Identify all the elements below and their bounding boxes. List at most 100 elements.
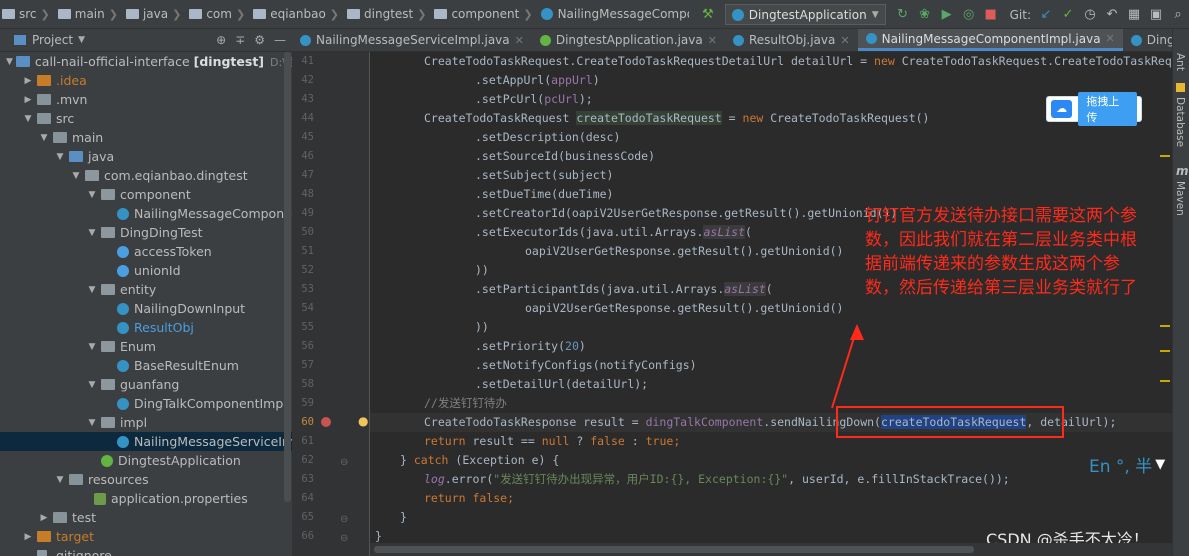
tab-nailing-message-service-impl[interactable]: NailingMessageServiceImpl.java ✕	[292, 29, 532, 51]
ime-indicator[interactable]: En °, 半 ▼	[1089, 453, 1166, 477]
tree-item-nailing-message-service-impl[interactable]: NailingMessageServiceImp	[0, 432, 292, 451]
minimize-icon[interactable]: —	[274, 33, 286, 47]
tree-item-enum[interactable]: ▼ Enum	[0, 337, 292, 356]
code-token: );	[578, 92, 593, 106]
horizontal-scrollbar-thumb[interactable]	[374, 546, 974, 553]
tree-item-java[interactable]: ▼ java	[0, 147, 292, 166]
tree-item-result-obj[interactable]: ResultObj	[0, 318, 292, 337]
code-editor[interactable]: CreateTodoTaskRequest.CreateTodoTaskRequ…	[370, 52, 1172, 556]
project-view-select[interactable]: Project	[32, 33, 73, 47]
tab-result-obj[interactable]: ResultObj.java ✕	[725, 29, 858, 51]
breadcrumb-com[interactable]: com ❯	[187, 7, 251, 21]
project-panel-header: Project ▼ ⊕ ∓ ⚙ —	[0, 29, 292, 52]
fold-icon[interactable]: ⊖	[340, 514, 348, 525]
gear-icon[interactable]: ⚙	[254, 33, 265, 47]
breadcrumb-src[interactable]: src ❯	[0, 7, 56, 21]
tree-item-main[interactable]: ▼ main	[0, 128, 292, 147]
close-icon[interactable]: ✕	[515, 34, 524, 47]
tab-dingt[interactable]: DingT	[1123, 29, 1172, 51]
tab-label: NailingMessageServiceImpl.java	[316, 33, 510, 47]
database-tool-tab[interactable]: Database	[1174, 97, 1186, 147]
tree-item-gitignore[interactable]: .gitignore	[0, 546, 292, 556]
collapse-icon[interactable]: ∓	[235, 33, 245, 47]
rerun-icon[interactable]: ↻	[892, 5, 914, 25]
git-update-icon[interactable]: ↙	[1035, 5, 1057, 25]
tree-item-ding-talk-component-impl[interactable]: DingTalkComponentImpl	[0, 394, 292, 413]
window-icon[interactable]: ▣	[1145, 5, 1167, 25]
maven-tool-tab[interactable]: Maven	[1174, 181, 1186, 216]
package-icon	[434, 9, 448, 19]
code-token: =	[721, 111, 743, 125]
folder-icon	[37, 113, 51, 124]
close-icon[interactable]: ✕	[708, 34, 717, 47]
tree-item-dingtest-application[interactable]: DingtestApplication	[0, 451, 292, 470]
line-number: 61	[301, 435, 314, 447]
tree-scrollbar[interactable]	[284, 52, 291, 502]
line-number: 43	[301, 93, 314, 105]
project-structure-icon[interactable]: ▦	[1123, 5, 1145, 25]
tab-nailing-message-component-impl[interactable]: NailingMessageComponentImpl.java ✕	[857, 29, 1123, 51]
breadcrumb-dingtest[interactable]: dingtest ❯	[345, 7, 432, 21]
hammer-icon[interactable]: ⚒	[697, 5, 719, 25]
tree-item-union-id[interactable]: unionId	[0, 261, 292, 280]
tree-item-idea[interactable]: ▶ .idea	[0, 71, 292, 90]
tree-item-test[interactable]: ▶ test	[0, 508, 292, 527]
profile-icon[interactable]: ◎	[958, 5, 980, 25]
debug-icon[interactable]: ❀	[914, 5, 936, 25]
expanded-arrow-icon: ▼	[88, 227, 96, 238]
code-line-59-comment: //发送钉钉待办	[424, 396, 507, 410]
breadcrumb-main[interactable]: main ❯	[56, 7, 124, 21]
breakpoint-icon[interactable]	[321, 417, 331, 427]
tree-item-label: test	[72, 510, 97, 525]
tree-item-label: DingtestApplication	[118, 453, 241, 468]
breadcrumb-label: eqianbao	[270, 7, 326, 21]
search-icon[interactable]: ⌕	[1167, 5, 1189, 25]
tree-item-nailing-message-component[interactable]: NailingMessageComponen	[0, 204, 292, 223]
breadcrumb-eqianbao[interactable]: eqianbao ❯	[251, 7, 345, 21]
code-token: )	[578, 339, 586, 353]
close-icon[interactable]: ✕	[840, 34, 849, 47]
line-number: 62	[301, 454, 314, 466]
tree-item-impl[interactable]: ▼ impl	[0, 413, 292, 432]
close-icon[interactable]: ✕	[1106, 32, 1115, 45]
editor-gutter: 41 42 43 44 45 46 47 48 49 50 51 52 53 5…	[292, 52, 370, 556]
package-icon	[101, 417, 115, 428]
locate-icon[interactable]: ⊕	[216, 33, 226, 47]
tree-item-dingdingtest[interactable]: ▼ DingDingTest	[0, 223, 292, 242]
tree-item-entity[interactable]: ▼ entity	[0, 280, 292, 299]
tree-item-access-token[interactable]: accessToken	[0, 242, 292, 261]
breadcrumb-java[interactable]: java ❯	[124, 7, 187, 21]
tree-item-resources[interactable]: ▼ resources	[0, 470, 292, 489]
tree-item-label: resources	[88, 472, 149, 487]
git-commit-icon[interactable]: ✓	[1057, 5, 1079, 25]
run-configuration-select[interactable]: DingtestApplication ▼	[724, 4, 886, 25]
class-icon	[117, 435, 129, 448]
tree-item-application-properties[interactable]: application.properties	[0, 489, 292, 508]
tree-item-guanfang[interactable]: ▼ guanfang	[0, 375, 292, 394]
stop-icon[interactable]: ■	[980, 5, 1002, 25]
code-line-55: ))	[475, 320, 489, 334]
code-token: , userId, e.fillInStackTrace());	[788, 472, 1010, 486]
tree-item-package-root[interactable]: ▼ com.eqianbao.dingtest	[0, 166, 292, 185]
tab-dingtest-application[interactable]: DingtestApplication.java ✕	[532, 29, 725, 51]
rollback-icon[interactable]: ↶	[1101, 5, 1123, 25]
ant-tool-tab[interactable]: Ant	[1174, 53, 1186, 71]
class-icon	[865, 33, 877, 44]
tree-item-mvn[interactable]: ▶ .mvn	[0, 90, 292, 109]
package-icon	[101, 227, 115, 238]
breadcrumb-component[interactable]: component ❯	[432, 7, 538, 21]
tree-item-target[interactable]: ▶ target	[0, 527, 292, 546]
tree-item-src[interactable]: ▼ src	[0, 109, 292, 128]
fold-icon[interactable]: ⊖	[340, 533, 348, 544]
tree-item-base-result-enum[interactable]: BaseResultEnum	[0, 356, 292, 375]
coverage-icon[interactable]: ▶	[936, 5, 958, 25]
line-number: 49	[301, 207, 314, 219]
tree-item-root[interactable]: ▼ call-nail-official-interface [dingtest]…	[0, 52, 292, 71]
fold-icon[interactable]: ⊖	[340, 457, 348, 468]
history-icon[interactable]: ◷	[1079, 5, 1101, 25]
lightbulb-icon[interactable]: ●	[358, 414, 368, 428]
tree-item-component[interactable]: ▼ component	[0, 185, 292, 204]
tree-item-nailing-down-input[interactable]: NailingDownInput	[0, 299, 292, 318]
upload-widget[interactable]: ☁ 拖拽上传	[1046, 92, 1142, 126]
chevron-down-icon[interactable]: ▼	[78, 35, 85, 45]
